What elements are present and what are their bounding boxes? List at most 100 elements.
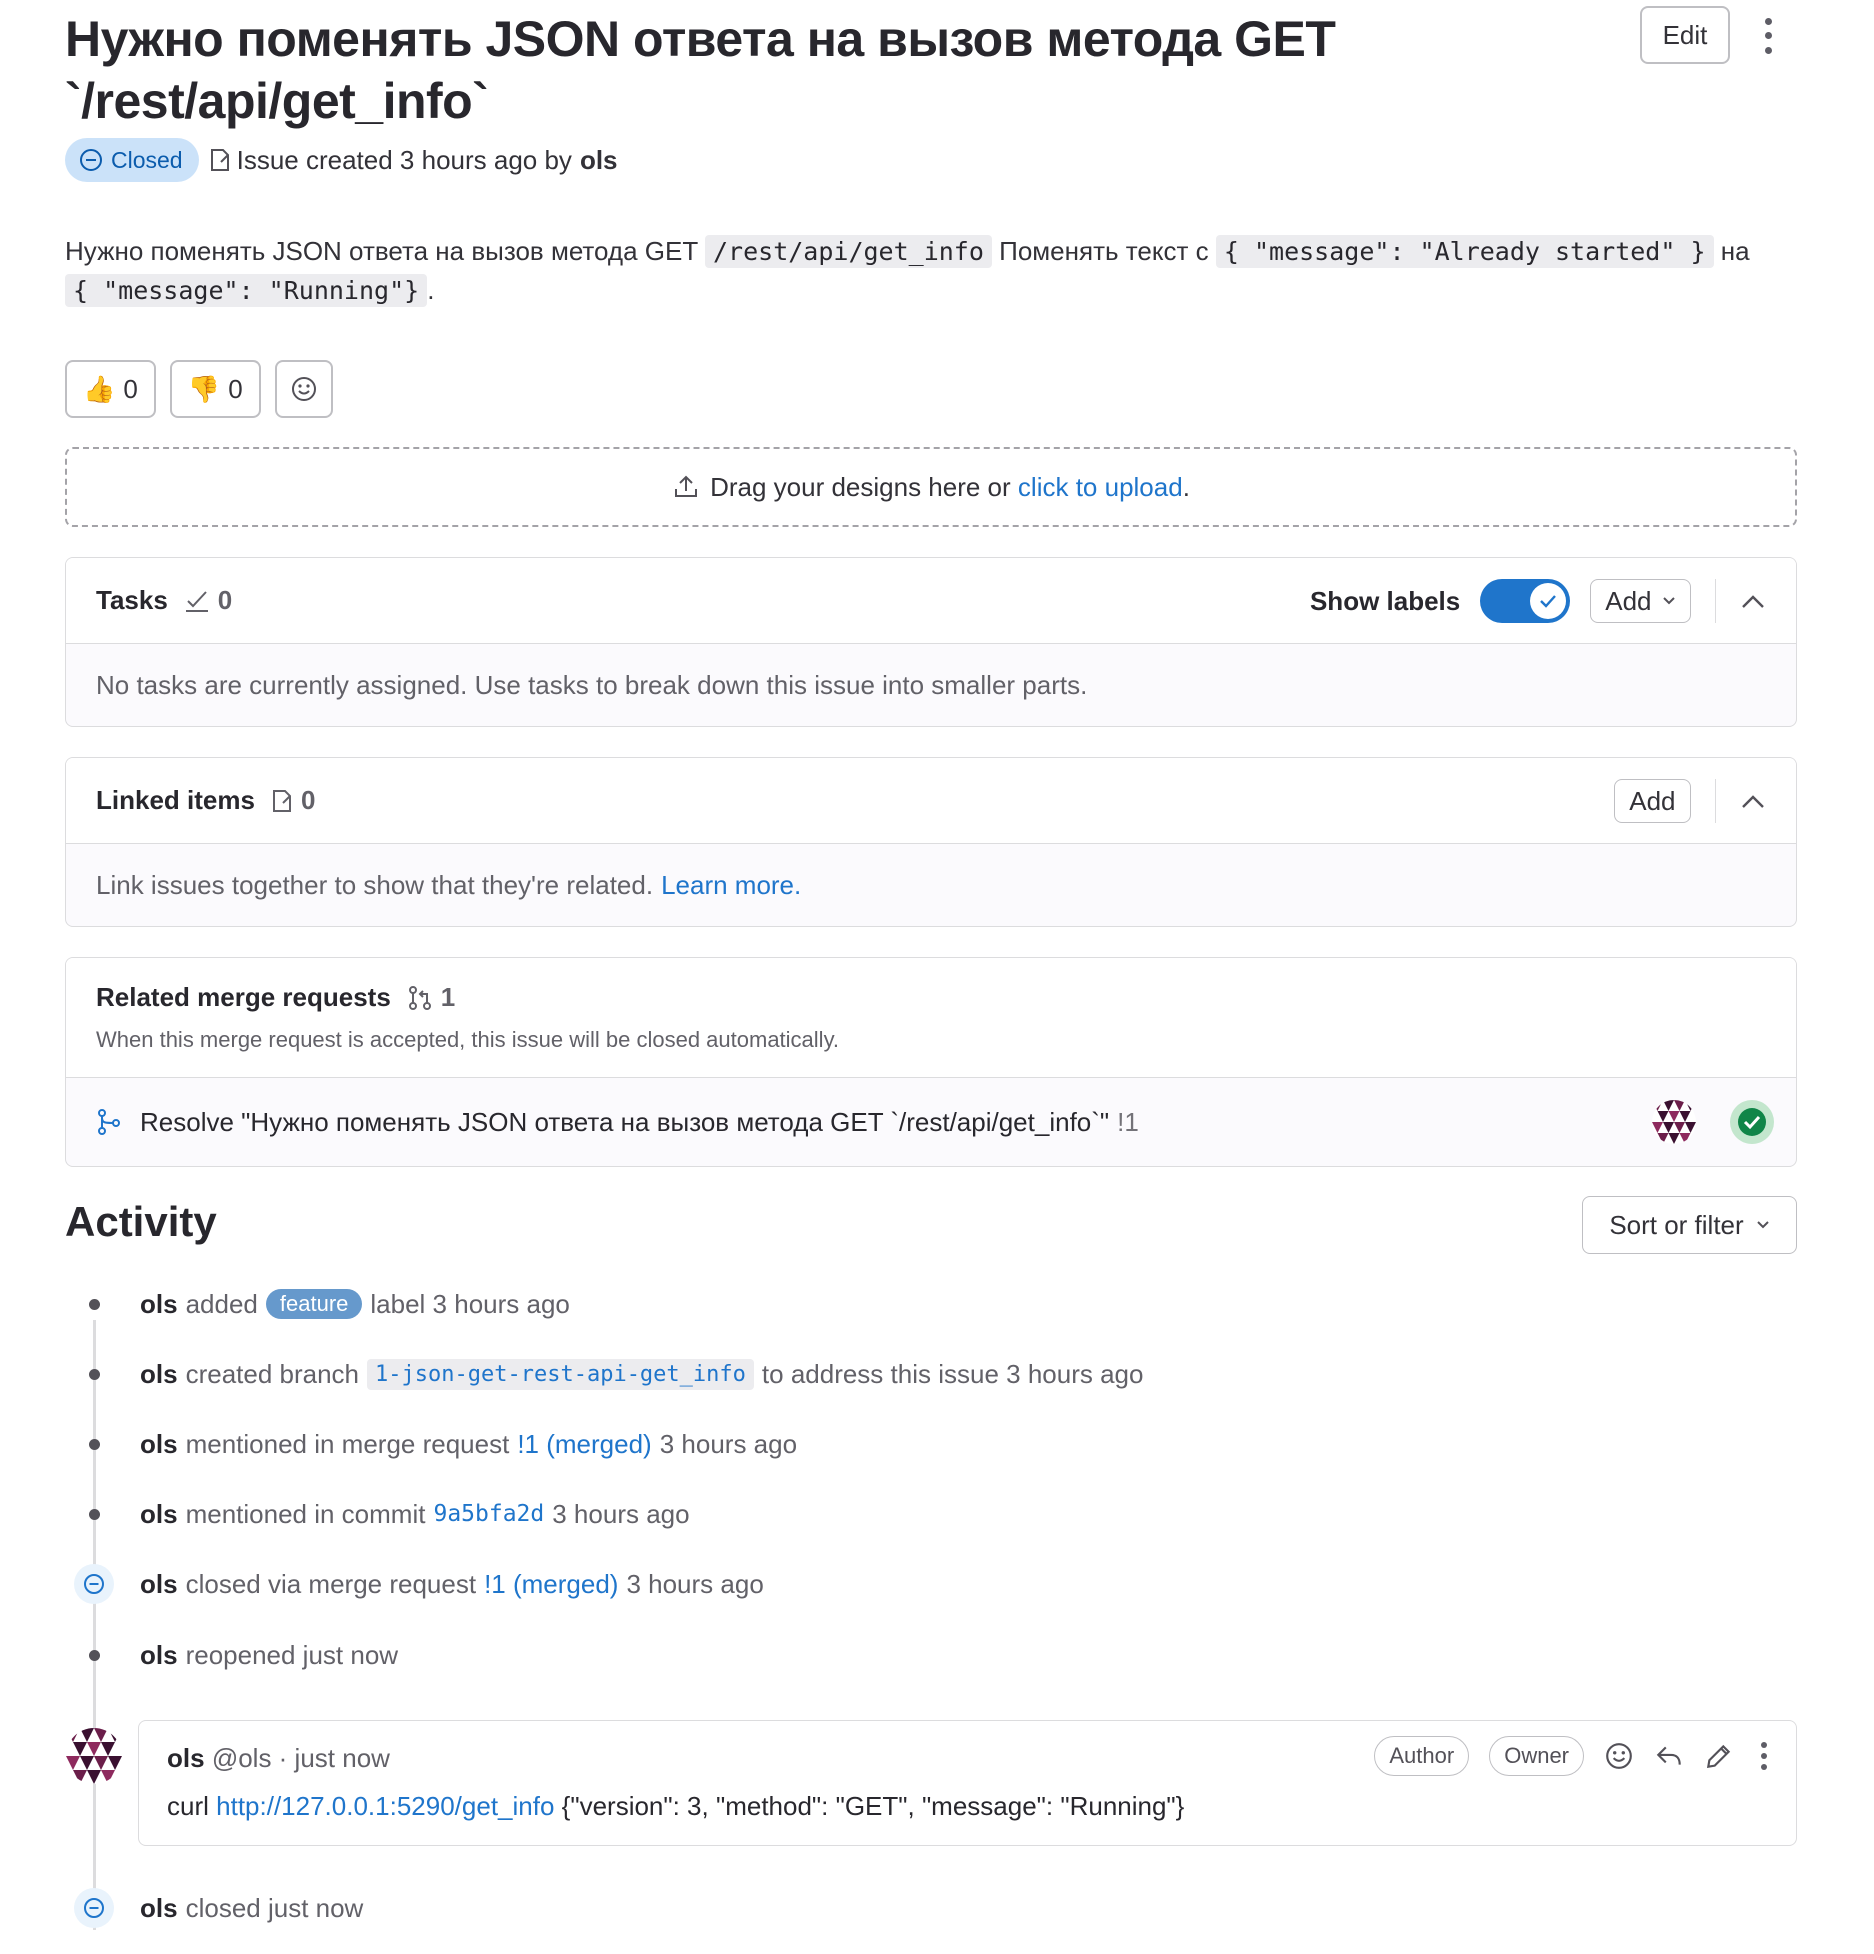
avatar[interactable] bbox=[1652, 1100, 1696, 1144]
linked-items-card: Linked items 0 Add Link issues together … bbox=[65, 757, 1797, 927]
description-text: Нужно поменять JSON ответа на вызов мето… bbox=[65, 236, 698, 266]
check-icon bbox=[1540, 595, 1557, 608]
tasks-card: Tasks 0 Show labels Add No tasks are cur… bbox=[65, 557, 1797, 727]
avatar[interactable] bbox=[66, 1728, 122, 1784]
status-label: Closed bbox=[111, 146, 183, 173]
linked-items-count: 0 bbox=[271, 785, 315, 816]
upload-link[interactable]: click to upload bbox=[1018, 472, 1183, 502]
comment-card: ols @ols · just now Author Owner curl ht… bbox=[138, 1720, 1797, 1846]
thumbs-down-icon: 👎 bbox=[187, 373, 221, 404]
author-link[interactable]: ols bbox=[580, 145, 618, 176]
related-mrs-title: Related merge requests bbox=[96, 982, 391, 1012]
thumbs-up-count: 0 bbox=[123, 373, 138, 404]
tasks-count: 0 bbox=[184, 585, 232, 616]
pipeline-success-icon[interactable] bbox=[1730, 1100, 1774, 1144]
collapse-chevron-icon[interactable] bbox=[1740, 592, 1766, 610]
add-linked-item-button[interactable]: Add bbox=[1614, 779, 1691, 823]
related-mrs-card: Related merge requests 1 When this merge… bbox=[65, 957, 1797, 1167]
activity-title: Activity bbox=[65, 1198, 217, 1245]
linked-items-count-value: 0 bbox=[300, 785, 316, 815]
merge-request-title[interactable]: Resolve "Нужно поменять JSON ответа на в… bbox=[140, 1107, 1109, 1138]
activity-event: ols created branch 1-json-get-rest-api-g… bbox=[140, 1354, 1143, 1394]
merged-icon bbox=[98, 1109, 120, 1135]
event-user[interactable]: ols bbox=[140, 1893, 178, 1924]
tasks-count-value: 0 bbox=[217, 585, 233, 615]
tasks-title: Tasks bbox=[96, 585, 168, 615]
linked-items-header: Linked items 0 Add bbox=[66, 758, 1796, 844]
event-text: created branch bbox=[185, 1358, 360, 1389]
label-badge[interactable]: feature bbox=[265, 1289, 363, 1319]
merge-request-icon bbox=[408, 985, 431, 1010]
comment-body: curl http://127.0.0.1:5290/get_info {"ve… bbox=[167, 1791, 1184, 1822]
edit-button[interactable]: Edit bbox=[1640, 6, 1730, 64]
issue-description: Нужно поменять JSON ответа на вызов мето… bbox=[65, 232, 1805, 310]
chevron-down-icon bbox=[1662, 597, 1675, 605]
sort-filter-button[interactable]: Sort or filter bbox=[1582, 1196, 1797, 1254]
learn-more-link[interactable]: Learn more. bbox=[661, 870, 801, 901]
merge-request-link[interactable]: !1 (merged) bbox=[484, 1569, 618, 1600]
commit-link[interactable]: 9a5bfa2d bbox=[433, 1501, 544, 1527]
more-actions-icon[interactable] bbox=[1758, 14, 1778, 58]
issue-type-icon bbox=[272, 789, 291, 812]
comment-link[interactable]: http://127.0.0.1:5290/get_info bbox=[216, 1791, 554, 1821]
related-mrs-header: Related merge requests 1 When this merge… bbox=[66, 958, 1796, 1078]
status-badge: Closed bbox=[65, 138, 199, 182]
pencil-icon[interactable] bbox=[1704, 1741, 1734, 1771]
event-text: 3 hours ago bbox=[659, 1428, 798, 1459]
dropzone-text: Drag your designs here or bbox=[710, 471, 1011, 502]
branch-link[interactable]: 1-json-get-rest-api-get_info bbox=[367, 1358, 754, 1390]
thumbs-up-icon: 👍 bbox=[83, 373, 116, 404]
event-text: mentioned in merge request bbox=[185, 1428, 510, 1459]
smiley-icon bbox=[291, 377, 316, 401]
issue-meta: Closed Issue created 3 hours ago by ols bbox=[65, 138, 618, 182]
description-text: . bbox=[427, 275, 435, 305]
activity-event: ols added feature label 3 hours ago bbox=[140, 1284, 570, 1324]
more-actions-icon[interactable] bbox=[1754, 1740, 1774, 1772]
description-text: Поменять текст с bbox=[999, 236, 1209, 266]
collapse-chevron-icon[interactable] bbox=[1740, 792, 1766, 810]
event-user[interactable]: ols bbox=[140, 1640, 178, 1671]
thumbs-down-button[interactable]: 👎 0 bbox=[169, 360, 261, 418]
event-user[interactable]: ols bbox=[140, 1289, 178, 1320]
upload-icon bbox=[675, 475, 698, 497]
add-task-button[interactable]: Add bbox=[1590, 579, 1691, 623]
event-text: 3 hours ago bbox=[552, 1498, 690, 1529]
event-text: added bbox=[185, 1288, 258, 1319]
merge-request-link[interactable]: !1 (merged) bbox=[517, 1429, 651, 1460]
related-mrs-subtitle: When this merge request is accepted, thi… bbox=[96, 1027, 840, 1052]
timeline-dot bbox=[89, 1509, 100, 1520]
inline-code: /rest/api/get_info bbox=[704, 235, 992, 268]
owner-badge: Owner bbox=[1489, 1736, 1584, 1776]
event-text: to address this issue 3 hours ago bbox=[761, 1358, 1144, 1389]
author-badge: Author bbox=[1374, 1736, 1470, 1776]
event-text: mentioned in commit bbox=[185, 1498, 426, 1529]
sort-filter-label: Sort or filter bbox=[1609, 1209, 1744, 1240]
dropzone-suffix: . bbox=[1182, 471, 1190, 502]
merge-request-row[interactable]: Resolve "Нужно поменять JSON ответа на в… bbox=[66, 1078, 1796, 1166]
event-user[interactable]: ols bbox=[140, 1569, 178, 1600]
related-mrs-count: 1 bbox=[407, 982, 455, 1013]
created-text: Issue created 3 hours ago by bbox=[236, 144, 572, 175]
inline-code: { "message": "Already started" } bbox=[1215, 235, 1714, 268]
event-user[interactable]: ols bbox=[140, 1359, 178, 1390]
event-user[interactable]: ols bbox=[140, 1499, 178, 1530]
thumbs-up-button[interactable]: 👍 0 bbox=[65, 360, 156, 418]
closed-icon bbox=[80, 149, 102, 171]
show-labels-toggle[interactable] bbox=[1480, 579, 1571, 623]
comment-handle[interactable]: @ols · just now bbox=[212, 1743, 390, 1773]
issue-title: Нужно поменять JSON ответа на вызов мето… bbox=[65, 11, 1336, 129]
event-user[interactable]: ols bbox=[140, 1429, 178, 1460]
comment-author[interactable]: ols bbox=[167, 1743, 205, 1773]
comment-text: curl bbox=[167, 1791, 209, 1821]
timeline-dot bbox=[89, 1369, 100, 1380]
inline-code: { "message": "Running"} bbox=[65, 274, 428, 307]
tasks-header: Tasks 0 Show labels Add bbox=[66, 558, 1796, 644]
design-dropzone[interactable]: Drag your designs here or click to uploa… bbox=[65, 447, 1797, 527]
activity-event: ols reopened just now bbox=[140, 1635, 398, 1675]
issue-type-icon bbox=[210, 149, 229, 171]
reply-icon[interactable] bbox=[1654, 1741, 1684, 1771]
smiley-icon[interactable] bbox=[1604, 1741, 1634, 1771]
linked-items-empty: Link issues together to show that they'r… bbox=[66, 844, 1796, 926]
add-task-label: Add bbox=[1605, 585, 1652, 616]
add-reaction-button[interactable] bbox=[274, 360, 333, 418]
